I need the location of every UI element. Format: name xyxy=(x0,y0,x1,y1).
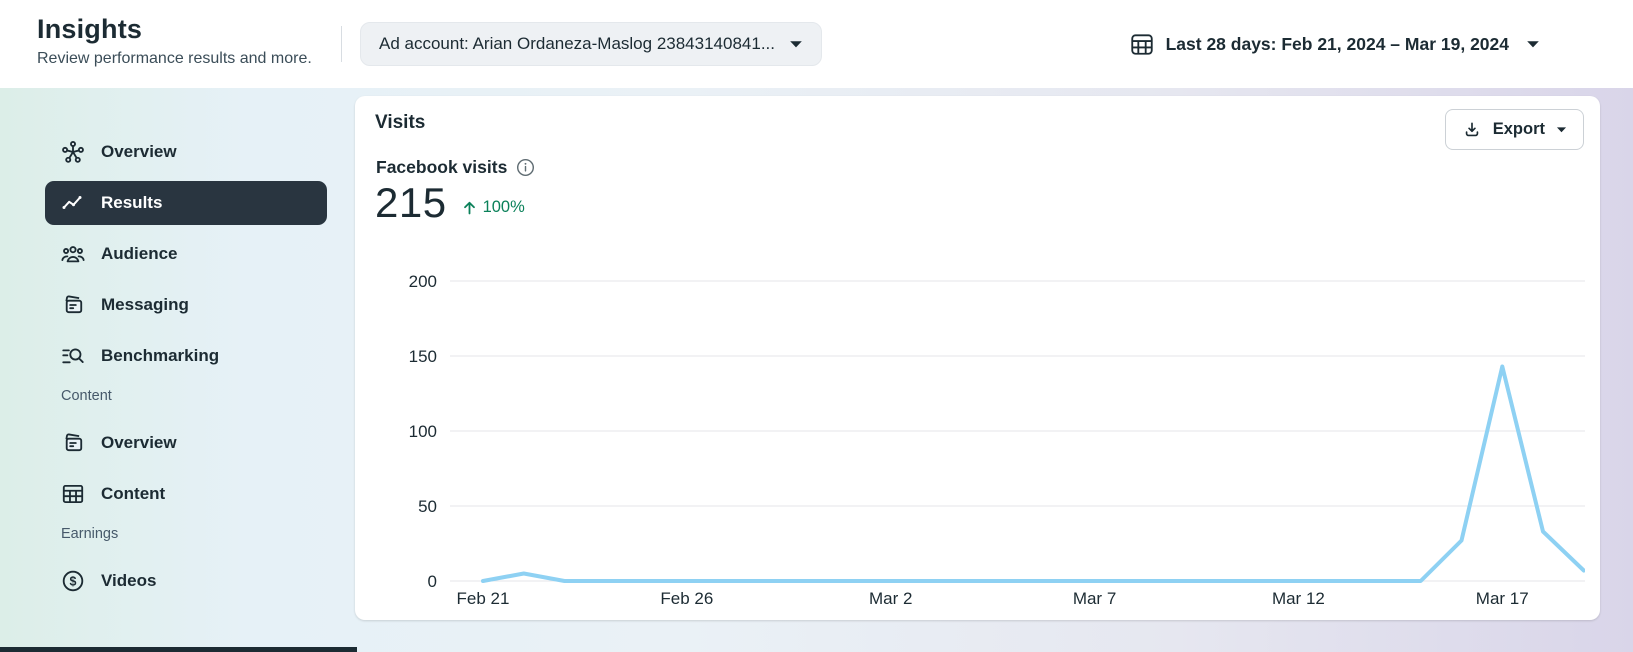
info-icon[interactable] xyxy=(516,158,535,177)
sidebar-item-label: Messaging xyxy=(101,295,189,314)
metric-label: Facebook visits xyxy=(376,157,508,177)
visits-chart: 200 150 100 50 0 Feb 21 Feb 26 Mar 2 Mar 7 Mar 12… xyxy=(375,264,1585,614)
date-range-label: Last 28 days: Feb 21, 2024 – Mar 19, 202… xyxy=(1165,33,1509,54)
export-label: Export xyxy=(1492,120,1545,138)
sidebar-section-earnings: Earnings xyxy=(61,526,119,542)
sidebar-section-content: Content xyxy=(61,388,112,404)
metric-change: 100% xyxy=(462,198,525,217)
sidebar-item-label: Content xyxy=(101,484,166,503)
ad-account-dropdown[interactable]: Ad account: Arian Ordaneza-Maslog 238431… xyxy=(360,22,822,66)
header-divider xyxy=(341,26,342,62)
ad-account-label: Ad account: Arian Ordaneza-Maslog 238431… xyxy=(379,34,775,53)
visits-chart-svg: 200 150 100 50 0 Feb 21 Feb 26 Mar 2 Mar 7 Mar 12… xyxy=(409,272,1585,608)
sidebar-item-label: Videos xyxy=(101,571,157,590)
calendar-icon xyxy=(1129,31,1155,57)
dollar-icon: $ xyxy=(60,568,86,594)
chevron-down-icon xyxy=(789,34,803,54)
people-icon xyxy=(60,241,86,267)
svg-text:Mar 12: Mar 12 xyxy=(1272,589,1325,608)
sidebar-item-label: Overview xyxy=(101,142,177,161)
trend-icon xyxy=(60,191,86,215)
visits-card: Visits Export Facebook visits 215 100% 2… xyxy=(355,96,1600,620)
svg-text:200: 200 xyxy=(409,272,437,291)
benchmark-search-icon xyxy=(60,343,86,369)
page-subtitle: Review performance results and more. xyxy=(37,50,312,67)
svg-text:Mar 2: Mar 2 xyxy=(869,589,912,608)
svg-text:Mar 7: Mar 7 xyxy=(1073,589,1116,608)
sidebar-item-content-overview[interactable]: Overview xyxy=(45,421,327,465)
sidebar-item-content-content[interactable]: Content xyxy=(45,472,327,516)
page-header: Insights Review performance results and … xyxy=(0,0,1633,88)
svg-text:50: 50 xyxy=(418,497,437,516)
metric-change-text: 100% xyxy=(482,198,525,216)
content-area: Overview Results Audience Messaging Benchmar… xyxy=(0,88,1633,652)
export-button[interactable]: Export xyxy=(1444,109,1584,150)
cards-icon xyxy=(60,430,86,456)
download-icon xyxy=(1462,120,1482,140)
sidebar-item-overview[interactable]: Overview xyxy=(45,130,327,174)
sidebar-item-label: Audience xyxy=(101,244,178,263)
app-root: Insights Review performance results and … xyxy=(0,0,1633,652)
bottom-dark-strip xyxy=(0,647,357,652)
sidebar-item-benchmarking[interactable]: Benchmarking xyxy=(45,334,327,378)
svg-text:0: 0 xyxy=(428,572,437,591)
svg-text:150: 150 xyxy=(409,347,437,366)
sidebar-item-results[interactable]: Results xyxy=(45,181,327,225)
sidebar-item-messaging[interactable]: Messaging xyxy=(45,283,327,327)
page-title: Insights xyxy=(37,14,143,44)
sidebar-item-audience[interactable]: Audience xyxy=(45,232,327,276)
sidebar-item-earnings-videos[interactable]: $ Videos xyxy=(45,559,327,603)
metric-value-row: 215 100% xyxy=(375,182,525,224)
chevron-down-icon xyxy=(1556,126,1567,134)
sidebar: Overview Results Audience Messaging Benchmar… xyxy=(45,88,327,610)
svg-text:$: $ xyxy=(70,574,77,588)
chevron-down-icon xyxy=(1526,40,1540,49)
svg-text:100: 100 xyxy=(409,422,437,441)
date-range-dropdown[interactable]: Last 28 days: Feb 21, 2024 – Mar 19, 202… xyxy=(1129,22,1540,66)
sidebar-item-label: Benchmarking xyxy=(101,346,220,365)
svg-text:Mar 17: Mar 17 xyxy=(1476,589,1529,608)
sidebar-item-label: Overview xyxy=(101,433,177,452)
messages-icon xyxy=(60,292,86,318)
svg-text:Feb 26: Feb 26 xyxy=(660,589,713,608)
table-icon xyxy=(60,481,86,507)
metric-label-row: Facebook visits xyxy=(376,157,535,178)
svg-text:Feb 21: Feb 21 xyxy=(457,589,510,608)
sidebar-item-label: Results xyxy=(101,193,163,212)
card-title: Visits xyxy=(375,112,426,133)
arrow-up-icon xyxy=(462,201,477,215)
metric-value: 215 xyxy=(375,179,447,226)
network-icon xyxy=(60,139,86,165)
